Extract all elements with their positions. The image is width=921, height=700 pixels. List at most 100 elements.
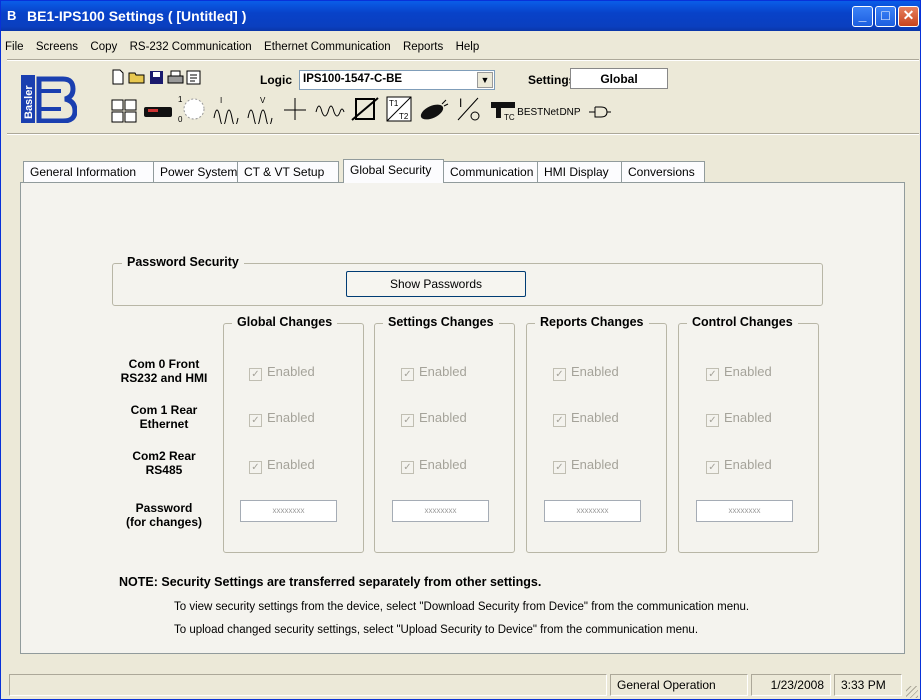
matrix-icon[interactable] xyxy=(109,97,139,125)
close-button[interactable]: ✕ xyxy=(898,6,919,27)
menu-reports[interactable]: Reports xyxy=(403,41,443,53)
i-over-o-icon[interactable]: I xyxy=(453,93,485,125)
menu-screens[interactable]: Screens xyxy=(36,41,78,53)
menu-copy[interactable]: Copy xyxy=(90,41,117,53)
checkbox-label: Enabled xyxy=(267,364,315,379)
checkbox-label: Enabled xyxy=(267,457,315,472)
checkbox-com0-global[interactable]: ✓ Enabled xyxy=(249,364,315,381)
checkmark-icon: ✓ xyxy=(249,368,262,381)
open-folder-icon[interactable] xyxy=(127,66,147,88)
status-bar: General Operation 1/23/2008 3:33 PM xyxy=(1,672,920,700)
security-note-heading: NOTE: Security Settings are transferred … xyxy=(119,575,542,589)
checkmark-icon: ✓ xyxy=(553,414,566,427)
phase-rotation-icon[interactable]: 10 xyxy=(177,93,209,125)
app-icon[interactable]: B xyxy=(7,8,21,24)
checkbox-label: Enabled xyxy=(419,364,467,379)
tab-global-security[interactable]: Global Security xyxy=(343,159,444,183)
satellite-icon[interactable] xyxy=(417,93,451,125)
checkbox-label: Enabled xyxy=(571,457,619,472)
password-field-global[interactable]: xxxxxxxx xyxy=(240,500,337,522)
tab-hmi-display[interactable]: HMI Display xyxy=(537,161,625,182)
checkmark-icon: ✓ xyxy=(706,414,719,427)
checkbox-com2-global[interactable]: ✓ Enabled xyxy=(249,457,315,474)
show-passwords-button[interactable]: Show Passwords xyxy=(346,271,526,297)
checkbox-com0-settings[interactable]: ✓ Enabled xyxy=(401,364,467,381)
tab-communication[interactable]: Communication xyxy=(443,161,541,182)
menu-bar: File Screens Copy RS-232 Communication E… xyxy=(5,39,488,57)
checkbox-label: Enabled xyxy=(419,457,467,472)
settings-group-field: Global xyxy=(570,68,668,89)
row-label-com1: Com 1 Rear Ethernet xyxy=(112,403,216,431)
checkbox-com1-global[interactable]: ✓ Enabled xyxy=(249,410,315,427)
tab-general-information[interactable]: General Information xyxy=(23,161,159,182)
checkbox-com2-reports[interactable]: ✓ Enabled xyxy=(553,457,619,474)
logic-label: Logic xyxy=(260,73,292,87)
row-label-line: Com 0 Front xyxy=(128,357,200,371)
resize-grip-icon[interactable] xyxy=(906,686,918,698)
phasor-icon[interactable] xyxy=(279,93,311,125)
current-waveform-icon[interactable]: I xyxy=(211,93,243,125)
password-field-settings[interactable]: xxxxxxxx xyxy=(392,500,489,522)
title-bar[interactable]: B BE1-IPS100 Settings ( [Untitled] ) _ □… xyxy=(1,1,920,31)
logic-select[interactable]: IPS100-1547-C-BE ▼ xyxy=(299,70,495,90)
maximize-button[interactable]: □ xyxy=(875,6,896,27)
security-note-download: To view security settings from the devic… xyxy=(174,601,750,613)
checkmark-icon: ✓ xyxy=(401,368,414,381)
svg-text:V: V xyxy=(260,96,266,105)
status-mode: General Operation xyxy=(610,674,748,696)
save-icon[interactable] xyxy=(147,66,165,88)
row-label-line: Com 1 Rear xyxy=(130,403,198,417)
app-window: B BE1-IPS100 Settings ( [Untitled] ) _ □… xyxy=(0,0,921,700)
checkbox-com1-reports[interactable]: ✓ Enabled xyxy=(553,410,619,427)
checkmark-icon: ✓ xyxy=(401,414,414,427)
svg-text:TC: TC xyxy=(504,113,515,122)
checkbox-com1-settings[interactable]: ✓ Enabled xyxy=(401,410,467,427)
waveform-icon[interactable] xyxy=(313,93,347,125)
settings-label: Settings xyxy=(528,73,576,87)
dnp-icon[interactable]: DNP xyxy=(557,101,583,123)
password-field-control[interactable]: xxxxxxxx xyxy=(696,500,793,522)
menu-rs232-communication[interactable]: RS-232 Communication xyxy=(130,41,252,53)
column-header-settings: Settings Changes xyxy=(383,315,499,329)
thermal-icon[interactable]: TC xyxy=(487,93,519,125)
print-icon[interactable] xyxy=(165,66,185,88)
transformer-icon[interactable]: T1 T2 xyxy=(383,93,415,125)
tab-power-system[interactable]: Power System xyxy=(153,161,243,182)
menu-file[interactable]: File xyxy=(5,41,24,53)
row-label-line: RS232 and HMI xyxy=(120,371,208,385)
row-label-line: RS485 xyxy=(145,463,183,477)
new-file-icon[interactable] xyxy=(109,66,127,88)
tab-ct-vt-setup[interactable]: CT & VT Setup xyxy=(237,161,339,182)
plug-icon[interactable] xyxy=(587,99,613,125)
password-field-reports[interactable]: xxxxxxxx xyxy=(544,500,641,522)
svg-text:I: I xyxy=(459,96,462,110)
menu-ethernet-communication[interactable]: Ethernet Communication xyxy=(264,41,391,53)
svg-text:T2: T2 xyxy=(399,112,409,121)
checkbox-label: Enabled xyxy=(571,410,619,425)
checkbox-com2-settings[interactable]: ✓ Enabled xyxy=(401,457,467,474)
svg-text:I: I xyxy=(220,96,222,105)
checkbox-com0-control[interactable]: ✓ Enabled xyxy=(706,364,772,381)
checkmark-icon: ✓ xyxy=(401,461,414,474)
bestnet-icon[interactable]: BESTNet xyxy=(517,101,559,123)
checkbox-com2-control[interactable]: ✓ Enabled xyxy=(706,457,772,474)
chevron-down-icon[interactable]: ▼ xyxy=(477,72,493,88)
properties-icon[interactable] xyxy=(185,66,203,88)
checkmark-icon: ✓ xyxy=(706,368,719,381)
password-security-title: Password Security xyxy=(122,255,244,269)
checkmark-icon: ✓ xyxy=(249,414,262,427)
svg-text:0: 0 xyxy=(178,115,183,124)
menu-help[interactable]: Help xyxy=(456,41,480,53)
menu-separator xyxy=(7,59,919,61)
tab-conversions[interactable]: Conversions xyxy=(621,161,705,182)
relay-device-icon[interactable] xyxy=(141,97,175,125)
window-title: BE1-IPS100 Settings ( [Untitled] ) xyxy=(27,8,247,24)
minimize-button[interactable]: _ xyxy=(852,6,873,27)
voltage-waveform-icon[interactable]: V xyxy=(245,93,277,125)
logic-value: IPS100-1547-C-BE xyxy=(303,73,403,85)
checkbox-com0-reports[interactable]: ✓ Enabled xyxy=(553,364,619,381)
checkbox-com1-control[interactable]: ✓ Enabled xyxy=(706,410,772,427)
checkbox-label: Enabled xyxy=(724,364,772,379)
row-label-line: Password xyxy=(135,501,193,515)
transfer-function-icon[interactable] xyxy=(349,93,381,125)
